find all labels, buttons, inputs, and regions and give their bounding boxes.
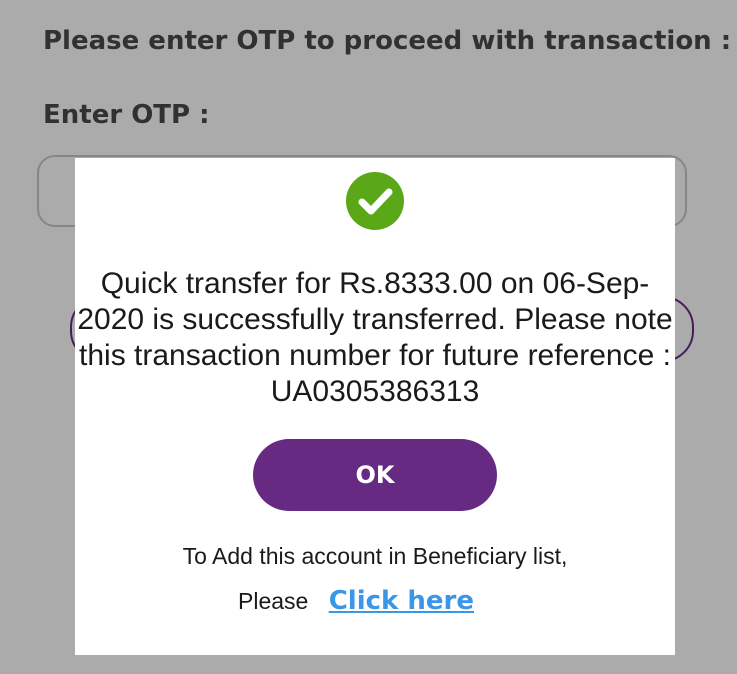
check-circle-icon xyxy=(346,172,404,230)
success-message: Quick transfer for Rs.8333.00 on 06-Sep-… xyxy=(77,267,673,408)
click-here-link[interactable]: Click here xyxy=(329,586,474,616)
beneficiary-prompt: To Add this account in Beneficiary list, xyxy=(182,543,568,569)
please-row: Please Click here xyxy=(238,586,474,622)
please-label: Please xyxy=(238,587,309,614)
success-dialog: Quick transfer for Rs.8333.00 on 06-Sep-… xyxy=(75,158,675,655)
ok-button[interactable]: OK xyxy=(253,439,497,511)
